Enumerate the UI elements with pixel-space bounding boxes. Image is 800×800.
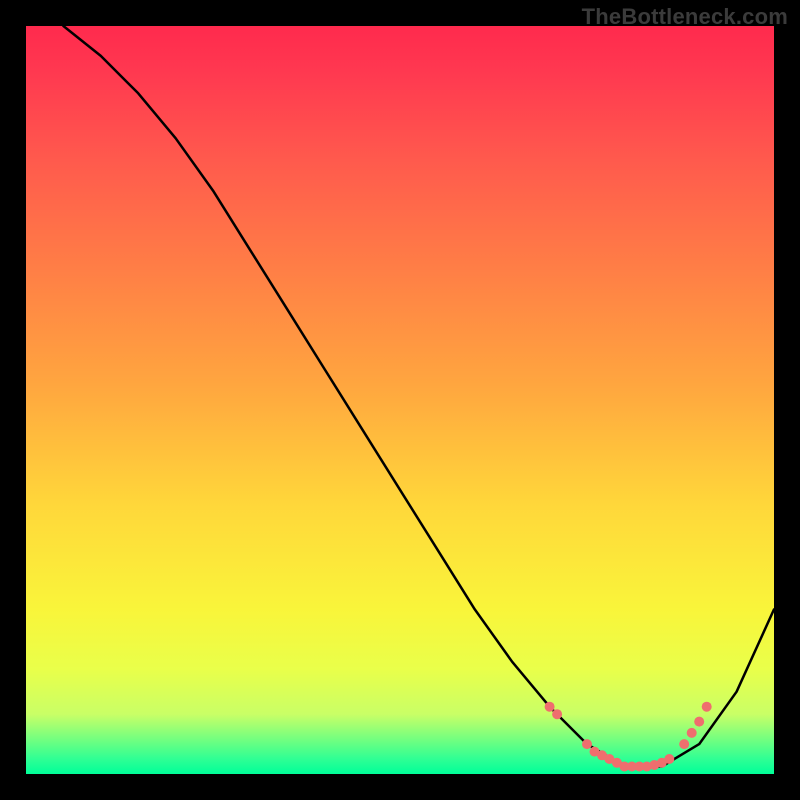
highlight-dot bbox=[664, 754, 674, 764]
highlight-dot bbox=[694, 717, 704, 727]
plot-area bbox=[26, 26, 774, 774]
highlight-dots-group bbox=[545, 702, 712, 772]
highlight-dot bbox=[679, 739, 689, 749]
bottleneck-curve bbox=[63, 26, 774, 767]
chart-overlay bbox=[26, 26, 774, 774]
chart-frame: TheBottleneck.com bbox=[0, 0, 800, 800]
highlight-dot bbox=[702, 702, 712, 712]
watermark-text: TheBottleneck.com bbox=[582, 4, 788, 30]
highlight-dot bbox=[552, 709, 562, 719]
highlight-dot bbox=[582, 739, 592, 749]
highlight-dot bbox=[687, 728, 697, 738]
highlight-dot bbox=[545, 702, 555, 712]
